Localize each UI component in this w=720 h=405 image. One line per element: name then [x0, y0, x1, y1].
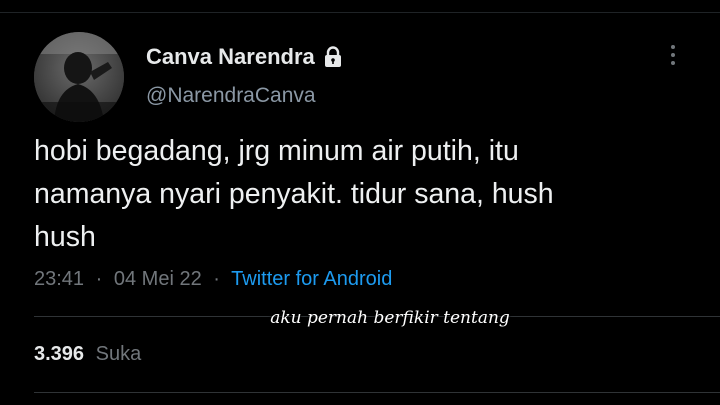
video-caption: aku pernah berfikir tentang: [270, 308, 510, 328]
tweet-time[interactable]: 23:41: [34, 268, 84, 290]
meta-separator: ·: [213, 268, 220, 290]
source-link[interactable]: Twitter for Android: [231, 268, 392, 290]
more-vertical-icon[interactable]: [664, 42, 682, 70]
likes-divider: [34, 392, 720, 393]
tweet-meta: 23:41 · 04 Mei 22 · Twitter for Android: [34, 268, 392, 291]
tweet-text: hobi begadang, jrg minum air putih, itu …: [34, 135, 554, 253]
top-divider: [0, 12, 720, 13]
tweet-date[interactable]: 04 Mei 22: [114, 268, 202, 290]
lock-icon: [324, 46, 341, 67]
avatar-photo: [34, 32, 124, 122]
username-handle[interactable]: @NarendraCanva: [146, 84, 316, 108]
likes-count: 3.396: [34, 343, 85, 365]
author-name-row: Canva Narendra: [146, 44, 343, 70]
likes-label: Suka: [95, 343, 142, 365]
meta-separator: ·: [95, 268, 103, 290]
display-name[interactable]: Canva Narendra: [146, 44, 315, 70]
likes-row[interactable]: 3.396 Suka: [34, 343, 141, 366]
avatar[interactable]: [34, 32, 124, 122]
tweet-screenshot: Canva Narendra @NarendraCanva hobi begad…: [0, 0, 720, 405]
